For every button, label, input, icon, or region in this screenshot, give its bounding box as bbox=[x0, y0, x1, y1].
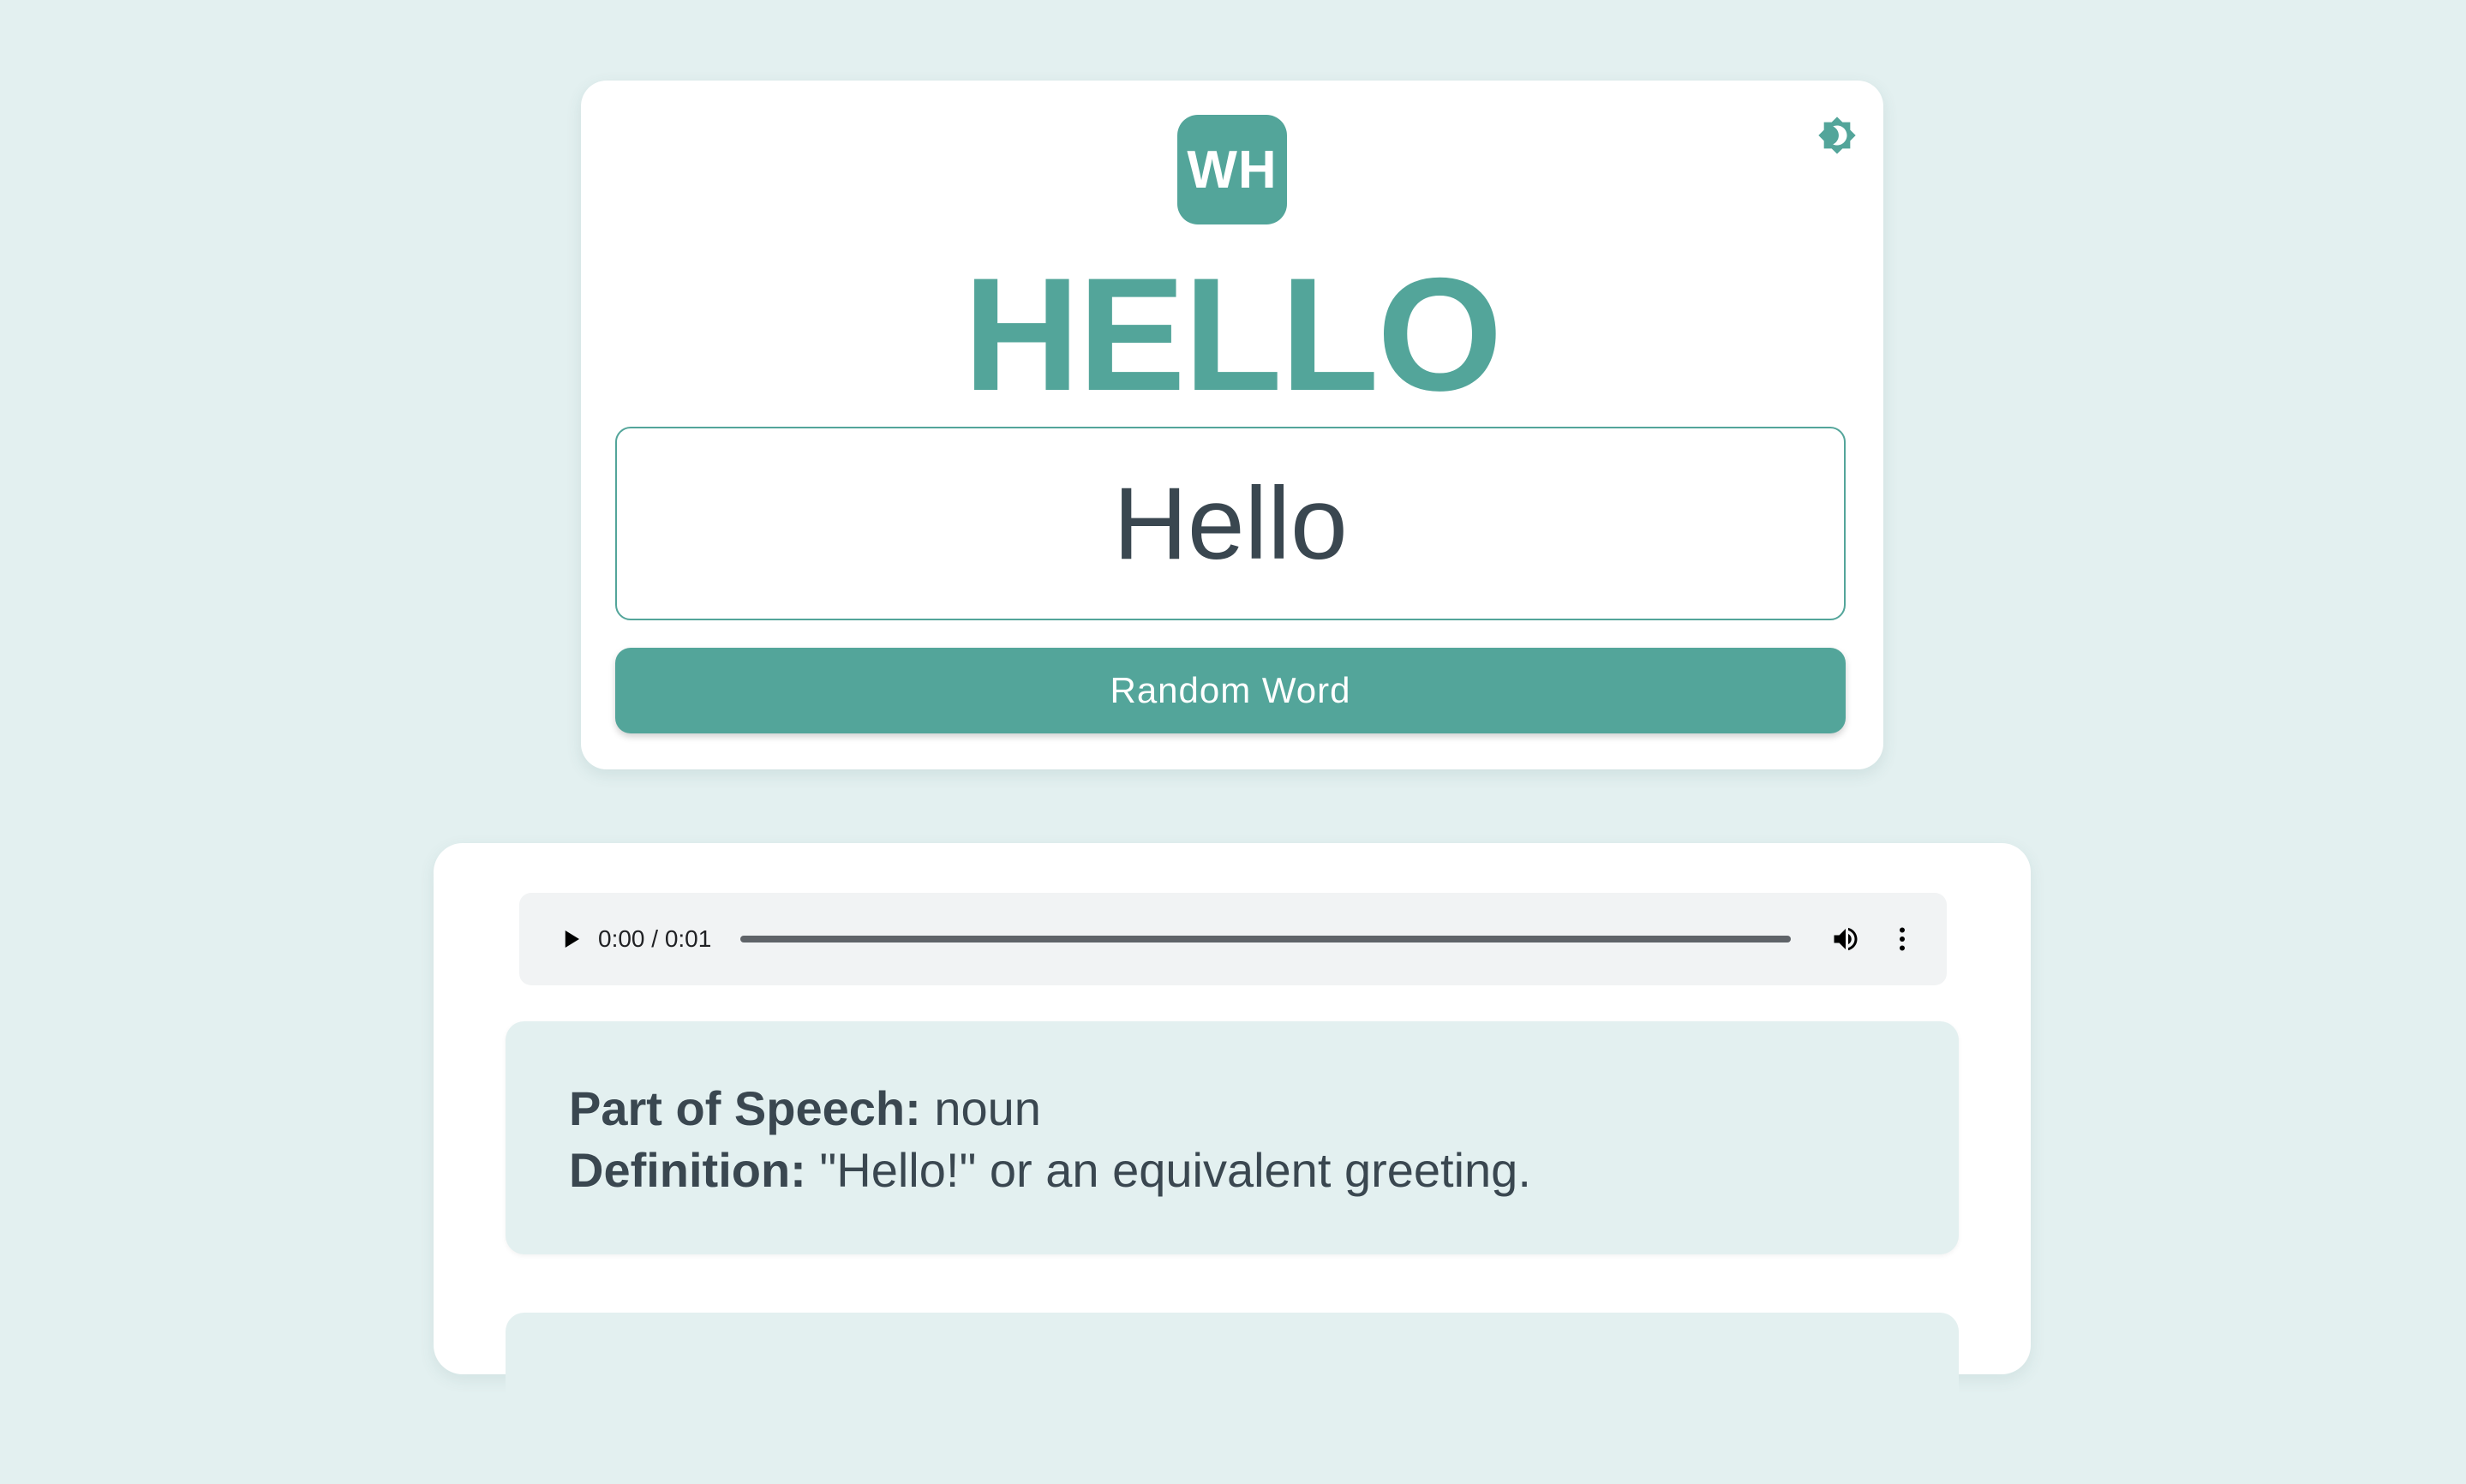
definition-box: Part of Speech: noun Definition: "Hello!… bbox=[506, 1021, 1959, 1254]
definition-line: Definition: "Hello!" or an equivalent gr… bbox=[569, 1140, 1531, 1201]
audio-time: 0:00 / 0:01 bbox=[598, 925, 712, 952]
app-logo: WH bbox=[1177, 115, 1287, 224]
theme-toggle-button[interactable] bbox=[1813, 111, 1861, 159]
part-of-speech-label: Part of Speech: bbox=[569, 1081, 921, 1135]
volume-icon bbox=[1834, 927, 1858, 951]
more-options-button[interactable] bbox=[1882, 919, 1923, 960]
part-of-speech-value: noun bbox=[920, 1081, 1041, 1135]
audio-progress-bar[interactable] bbox=[740, 936, 1791, 942]
volume-button[interactable] bbox=[1825, 919, 1866, 960]
play-button[interactable] bbox=[550, 919, 591, 960]
word-card: WH HELLO Random Word bbox=[581, 81, 1883, 769]
brightness-icon bbox=[1818, 117, 1856, 154]
word-input[interactable] bbox=[615, 427, 1846, 620]
part-of-speech-line: Part of Speech: noun bbox=[569, 1078, 1041, 1140]
details-card: 0:00 / 0:01 Part of Speech: noun Definit… bbox=[434, 843, 2031, 1484]
word-heading: HELLO bbox=[963, 244, 1502, 424]
definition-box-2 bbox=[506, 1313, 1959, 1484]
audio-player: 0:00 / 0:01 bbox=[519, 893, 1947, 985]
definition-label: Definition: bbox=[569, 1143, 806, 1197]
play-icon bbox=[565, 930, 579, 948]
definition-value: "Hello!" or an equivalent greeting. bbox=[805, 1143, 1531, 1197]
more-vertical-icon bbox=[1900, 927, 1905, 951]
random-word-button[interactable]: Random Word bbox=[615, 648, 1846, 733]
